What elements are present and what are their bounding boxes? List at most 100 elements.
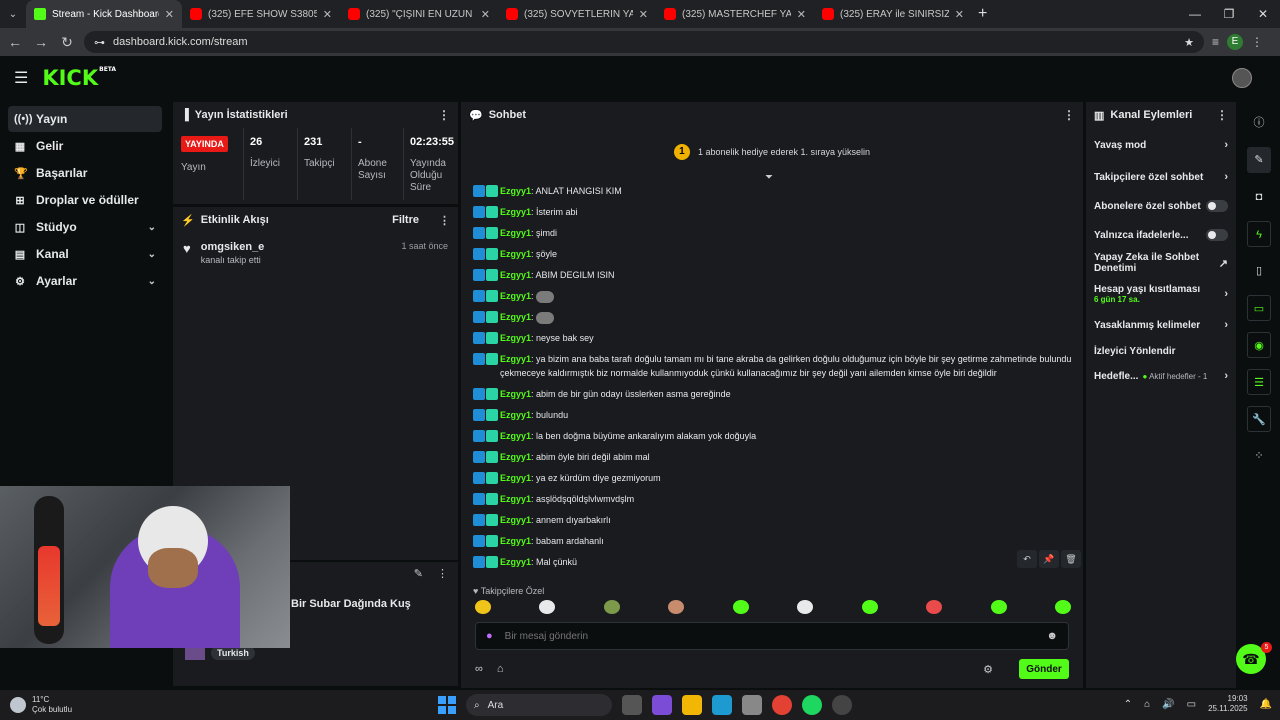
emote-icon[interactable]	[475, 600, 491, 614]
browser-tab[interactable]: (325) MASTERCHEF YARIŞMACI ✕	[656, 0, 814, 28]
back-icon[interactable]: ←	[6, 34, 24, 50]
reading-list-icon[interactable]: ≡	[1212, 35, 1219, 49]
emote-icon[interactable]	[797, 600, 814, 614]
more-options-icon[interactable]: ⋮	[1063, 108, 1075, 122]
chat-username[interactable]: Ezgyy1	[500, 333, 531, 343]
chat-message[interactable]: Ezgyy1:	[473, 310, 1073, 324]
browser-tab[interactable]: (325) "ÇİŞİNİ EN UZUN SÜRE T ✕	[340, 0, 498, 28]
sidebar-item[interactable]: ◫ Stüdyo ⌄	[8, 214, 162, 240]
site-info-icon[interactable]: ⊶	[94, 36, 105, 49]
sidebar-item[interactable]: ▤ Kanal ⌄	[8, 241, 162, 267]
close-tab-icon[interactable]: ✕	[797, 8, 806, 21]
chat-message[interactable]: Ezgyy1: bulundu	[473, 408, 1073, 422]
emote-icon[interactable]	[732, 600, 749, 614]
activity-event[interactable]: ♥ omgsiken_e kanalı takip etti 1 saat önce	[173, 233, 458, 273]
more-options-icon[interactable]: ⋮	[439, 214, 450, 227]
chevron-right-icon[interactable]: ›	[1224, 171, 1228, 183]
forward-icon[interactable]: →	[32, 34, 50, 50]
chevron-down-icon[interactable]: ⌄	[148, 276, 156, 287]
chat-message[interactable]: Ezgyy1: ANLAT HANGISI KIM	[473, 184, 1073, 198]
points-icon[interactable]: ∞	[475, 663, 483, 675]
chat-username[interactable]: Ezgyy1	[500, 270, 531, 280]
close-tab-icon[interactable]: ✕	[323, 8, 332, 21]
sidebar-item[interactable]: ▦ Gelir	[8, 133, 162, 159]
sidebar-item[interactable]: ((•)) Yayın	[8, 106, 162, 132]
chevron-right-icon[interactable]: ›	[1224, 139, 1228, 151]
chat-message[interactable]: Ezgyy1: Mal çünkü	[473, 555, 1073, 569]
action-item[interactable]: Yavaş mod ›	[1086, 128, 1236, 162]
chat-username[interactable]: Ezgyy1	[500, 452, 531, 462]
action-item[interactable]: Yapay Zeka ile Sohbet Denetimi ↗	[1086, 250, 1236, 276]
external-link-icon[interactable]: ↗	[1219, 257, 1228, 270]
pencil-icon[interactable]: ✎	[1247, 147, 1271, 173]
chat-username[interactable]: Ezgyy1	[500, 186, 531, 196]
sidebar-item[interactable]: ⚙ Ayarlar ⌄	[8, 268, 162, 294]
chat-icon[interactable]: ▭	[1247, 295, 1271, 321]
chat-message[interactable]: Ezgyy1: ya bizim ana baba tarafı doğulu …	[473, 352, 1073, 380]
tab-search-icon[interactable]: ⌄	[0, 9, 26, 20]
chat-message-input[interactable]	[504, 630, 1035, 642]
chat-username[interactable]: Ezgyy1	[500, 473, 531, 483]
language-tag[interactable]: Turkish	[211, 646, 255, 660]
notifications-icon[interactable]: 🔔	[1260, 699, 1272, 710]
chat-username[interactable]: Ezgyy1	[500, 207, 531, 217]
minimize-icon[interactable]: —	[1178, 0, 1212, 28]
store-icon[interactable]	[742, 695, 762, 715]
chat-message[interactable]: Ezgyy1: şimdi	[473, 226, 1073, 240]
edge-icon[interactable]	[712, 695, 732, 715]
more-options-icon[interactable]: ⋮	[438, 108, 450, 122]
store-icon[interactable]: ⌂	[497, 663, 504, 675]
chevron-up-icon[interactable]: ⌃	[1124, 699, 1132, 710]
task-view-icon[interactable]	[622, 695, 642, 715]
action-item[interactable]: Yasaklanmış kelimeler ›	[1086, 312, 1236, 338]
emote-icon[interactable]	[539, 600, 556, 614]
chevron-down-icon[interactable]: ⌄	[148, 222, 156, 233]
emote-icon[interactable]	[603, 600, 620, 614]
user-avatar[interactable]	[1232, 68, 1252, 88]
chat-username[interactable]: Ezgyy1	[500, 410, 531, 420]
chat-message[interactable]: Ezgyy1: ya ez kürdüm diye gezmiyorum	[473, 471, 1073, 485]
document-icon[interactable]: ▯	[1247, 258, 1271, 284]
chat-filter-icon[interactable]: ⏷	[765, 172, 773, 183]
reload-icon[interactable]: ↻	[58, 34, 76, 51]
browser-tab[interactable]: (325) SOVYETLERİN YARATTIĞI ✕	[498, 0, 656, 28]
browser-tab[interactable]: (325) ERAY ile SINIRSIZ YEMEK ✕	[814, 0, 972, 28]
chat-username[interactable]: Ezgyy1	[500, 536, 531, 546]
chevron-down-icon[interactable]: ⌄	[148, 249, 156, 260]
more-options-icon[interactable]: ⋮	[437, 567, 448, 580]
chat-username[interactable]: Ezgyy1	[500, 431, 531, 441]
chat-message[interactable]: Ezgyy1: asşlödşqöldşlvlwmvdşlm	[473, 492, 1073, 506]
bookmark-star-icon[interactable]: ★	[1184, 36, 1194, 49]
chat-username[interactable]: Ezgyy1	[500, 389, 531, 399]
emote-icon[interactable]	[861, 600, 878, 614]
chat-username[interactable]: Ezgyy1	[500, 249, 531, 259]
chat-message[interactable]: Ezgyy1:	[473, 289, 1073, 303]
reply-icon[interactable]: ↶	[1017, 550, 1037, 568]
emote-icon[interactable]	[926, 600, 943, 614]
sidebar-item[interactable]: 🏆 Başarılar	[8, 160, 162, 186]
chat-username[interactable]: Ezgyy1	[500, 228, 531, 238]
chat-message[interactable]: Ezgyy1: babam ardahanlı	[473, 534, 1073, 548]
battery-icon[interactable]: ▭	[1187, 699, 1196, 710]
layers-icon[interactable]: ☰	[1247, 369, 1271, 395]
mic-icon[interactable]: ●	[486, 630, 493, 642]
more-options-icon[interactable]: ⋮	[1216, 108, 1228, 122]
close-tab-icon[interactable]: ✕	[481, 8, 490, 21]
emoji-icon[interactable]: ☻	[1046, 630, 1058, 642]
close-tab-icon[interactable]: ✕	[955, 8, 964, 21]
delete-icon[interactable]: 🗑	[1061, 550, 1081, 568]
chat-username[interactable]: Ezgyy1	[500, 312, 531, 322]
apps-icon[interactable]: ⁘	[1247, 443, 1271, 469]
action-item[interactable]: Yalnızca ifadelerle...	[1086, 220, 1236, 250]
chat-input-box[interactable]: ● ☻	[475, 622, 1069, 650]
chat-username[interactable]: Ezgyy1	[500, 515, 531, 525]
clock[interactable]: 19:03 25.11.2025	[1208, 694, 1247, 714]
restore-icon[interactable]: ❐	[1212, 0, 1246, 28]
file-explorer-icon[interactable]	[682, 695, 702, 715]
broadcast-icon[interactable]: ◉	[1247, 332, 1271, 358]
chat-username[interactable]: Ezgyy1	[500, 291, 531, 301]
chat-message[interactable]: Ezgyy1: abim de bir gün odayı üsslerken …	[473, 387, 1073, 401]
close-tab-icon[interactable]: ✕	[165, 8, 174, 21]
chevron-right-icon[interactable]: ›	[1224, 319, 1228, 331]
browser-tab[interactable]: Stream - Kick Dashboard ✕	[26, 0, 182, 28]
